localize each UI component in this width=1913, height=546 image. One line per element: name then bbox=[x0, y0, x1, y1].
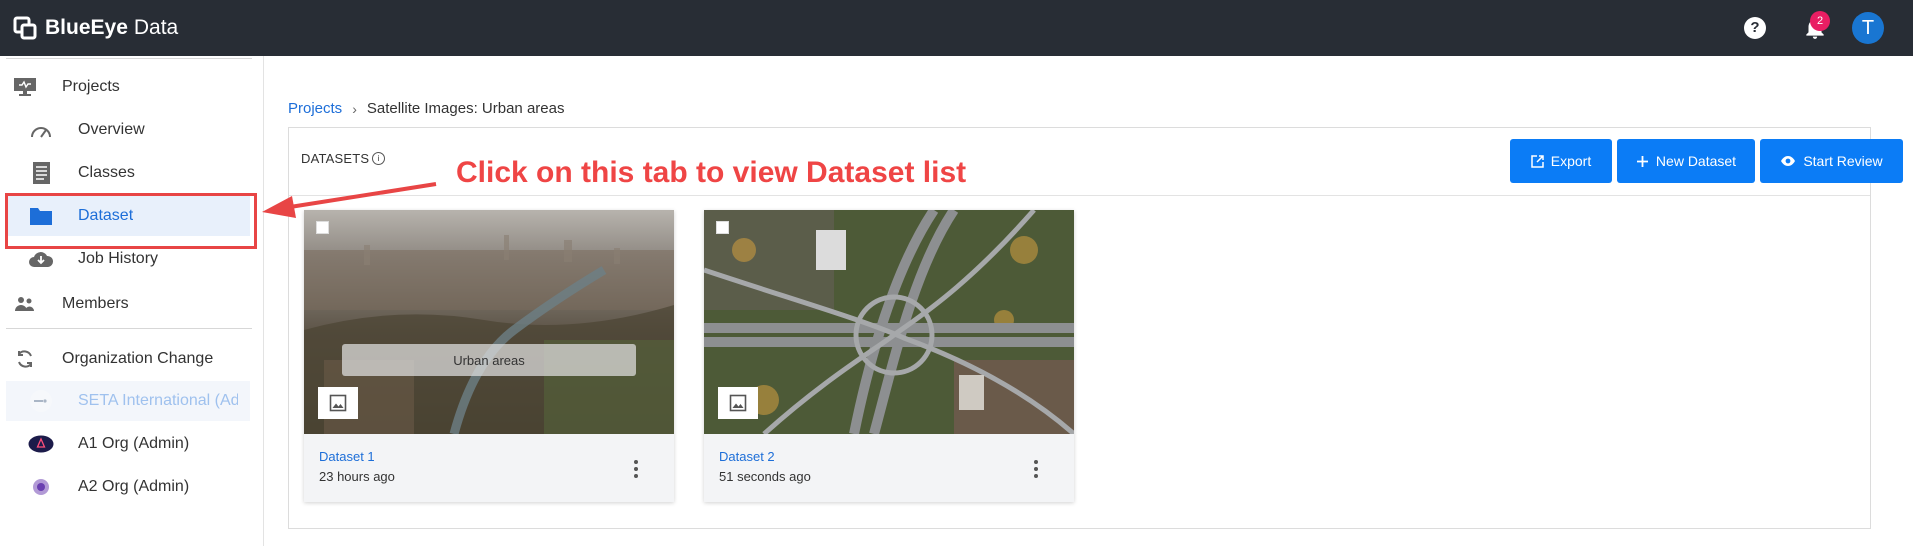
annotation-arrow bbox=[262, 182, 437, 218]
